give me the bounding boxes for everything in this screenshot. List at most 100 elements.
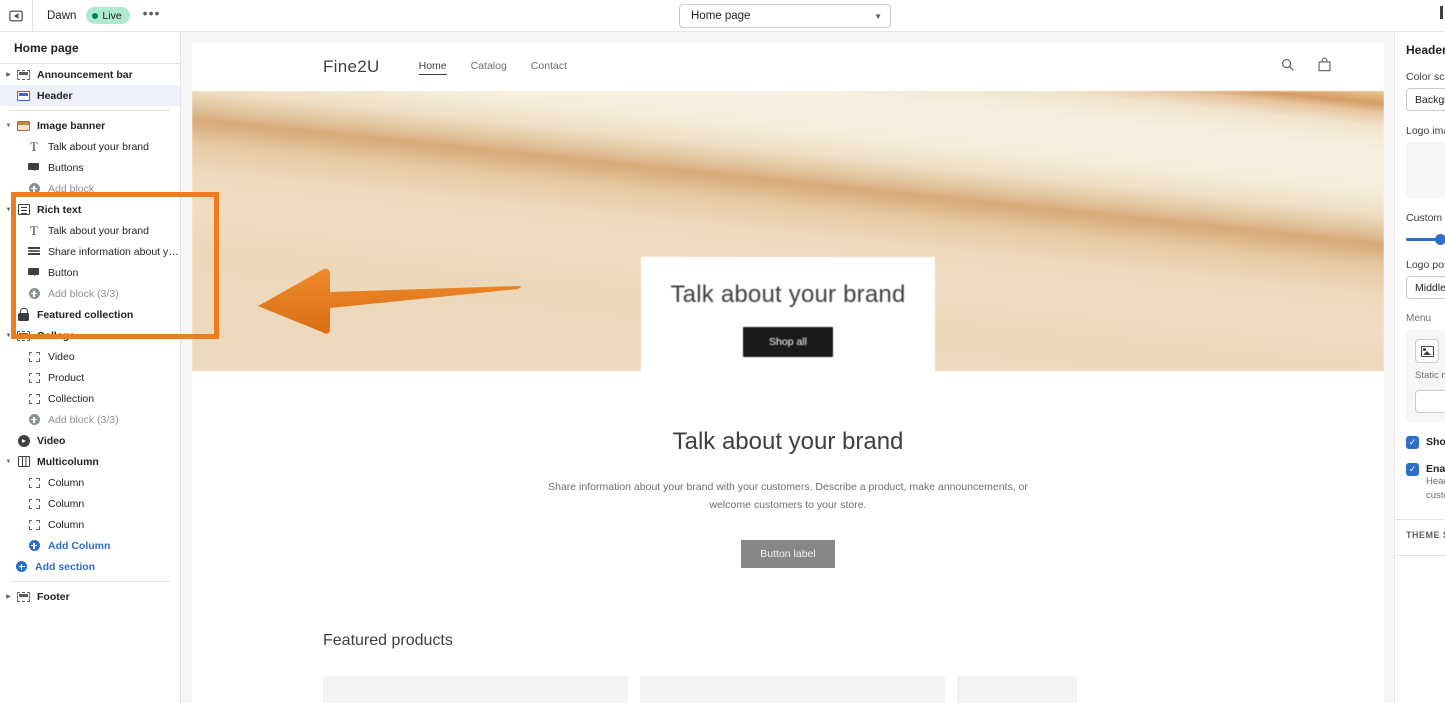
sidebar-block-buttons[interactable]: Buttons xyxy=(0,157,180,178)
page-selector-control[interactable]: Home page ▼ xyxy=(679,4,891,28)
panel-collapse-icon[interactable] xyxy=(0,0,32,32)
rich-text-button[interactable]: Button label xyxy=(741,540,835,569)
sidebar-add-block-label: Add block xyxy=(48,182,95,195)
store-logo[interactable]: Fine2U xyxy=(323,57,380,77)
nav-link-home[interactable]: Home xyxy=(418,60,447,75)
sidebar-item-header[interactable]: Header xyxy=(0,85,180,106)
rich-text-body: Share information about your brand with … xyxy=(548,481,1028,512)
paragraph-icon xyxy=(26,247,42,256)
sidebar-block-column-2[interactable]: Column xyxy=(0,493,180,514)
sidebar-block-share-information[interactable]: Share information about your br… xyxy=(0,241,180,262)
sidebar-block-label: Button xyxy=(48,266,79,279)
sidebar-item-featured-collection[interactable]: Featured collection xyxy=(0,304,180,325)
theme-settings-header: THEME SETT xyxy=(1406,529,1445,540)
enable-checkbox[interactable] xyxy=(1406,463,1419,476)
sidebar-item-multicolumn[interactable]: ▼ Multicolumn xyxy=(0,451,180,472)
add-section-label: Add section xyxy=(35,560,96,573)
product-card[interactable] xyxy=(957,676,1077,703)
footer-icon xyxy=(15,591,32,602)
menu-text-input[interactable] xyxy=(1415,390,1445,413)
sidebar-block-label: Product xyxy=(48,371,85,384)
sidebar-add-block-image-banner[interactable]: Add block xyxy=(0,178,180,199)
color-scheme-select[interactable]: Background xyxy=(1406,88,1445,111)
logo-image-dropzone[interactable] xyxy=(1406,142,1445,198)
show-checkbox[interactable] xyxy=(1406,436,1419,449)
theme-name: Dawn xyxy=(47,9,77,22)
chevron-down-icon[interactable]: ▼ xyxy=(2,333,15,339)
sidebar-block-talk-about-your-brand[interactable]: T Talk about your brand xyxy=(0,136,180,157)
menu-static-label: Static m xyxy=(1415,370,1445,381)
shopping-bag-icon[interactable] xyxy=(1317,57,1332,78)
image-banner-section[interactable]: Talk about your brand Shop all xyxy=(192,91,1384,371)
store-actions xyxy=(1280,57,1332,78)
logo-image-label: Logo image xyxy=(1406,125,1445,137)
settings-divider xyxy=(1395,518,1445,520)
play-circle-icon xyxy=(15,434,32,447)
sidebar-item-announcement-bar[interactable]: ▶ Announcement bar xyxy=(0,64,180,85)
sidebar-block-column-3[interactable]: Column xyxy=(0,514,180,535)
page-selector[interactable]: Home page ▼ xyxy=(679,4,891,28)
sidebar-block-button[interactable]: Button xyxy=(0,262,180,283)
custom-logo-width-slider[interactable] xyxy=(1406,233,1445,245)
chevron-right-icon[interactable]: ▶ xyxy=(2,593,15,600)
sidebar-item-label: Announcement bar xyxy=(37,68,133,81)
sidebar-block-label: Column xyxy=(48,518,85,531)
sidebar-add-block-collage[interactable]: Add block (3/3) xyxy=(0,409,180,430)
sidebar-block-label: Column xyxy=(48,476,85,489)
add-section-button[interactable]: Add section xyxy=(0,556,180,577)
sidebar-block-label: Share information about your br… xyxy=(48,245,180,258)
button-icon xyxy=(26,267,42,278)
sidebar-item-video[interactable]: Video xyxy=(0,430,180,451)
nav-link-contact[interactable]: Contact xyxy=(531,60,567,75)
sidebar-block-talk-about-your-brand-rt[interactable]: T Talk about your brand xyxy=(0,220,180,241)
sidebar-add-block-label: Add block (3/3) xyxy=(48,287,119,300)
sidebar-block-collection[interactable]: Collection xyxy=(0,388,180,409)
sidebar-item-image-banner[interactable]: ▼ Image banner xyxy=(0,115,180,136)
logo-position-select[interactable]: Middle left xyxy=(1406,276,1445,299)
frame-icon xyxy=(26,477,42,488)
show-checkbox-row[interactable]: Show xyxy=(1406,436,1445,449)
menu-item-thumbnail[interactable] xyxy=(1415,339,1439,363)
enable-checkbox-label: Enable xyxy=(1426,463,1445,475)
collage-icon xyxy=(15,330,32,341)
search-icon[interactable] xyxy=(1280,57,1295,77)
page-selector-value: Home page xyxy=(691,10,751,22)
chevron-down-icon[interactable]: ▼ xyxy=(2,459,15,465)
chevron-right-icon[interactable]: ▶ xyxy=(2,71,15,78)
sidebar-block-product[interactable]: Product xyxy=(0,367,180,388)
show-checkbox-label: Show xyxy=(1426,436,1445,448)
enable-checkbox-row[interactable]: Enable Heade custom xyxy=(1406,463,1445,504)
slider-handle[interactable] xyxy=(1435,234,1445,245)
storefront-header[interactable]: Fine2U Home Catalog Contact xyxy=(192,43,1384,91)
nav-link-catalog[interactable]: Catalog xyxy=(471,60,507,75)
rich-text-section[interactable]: Talk about your brand Share information … xyxy=(192,371,1384,569)
sidebar-item-label: Featured collection xyxy=(37,308,134,321)
sidebar-add-column-button[interactable]: Add Column xyxy=(0,535,180,556)
chevron-down-icon[interactable]: ▼ xyxy=(2,123,15,129)
rich-text-heading: Talk about your brand xyxy=(672,428,904,455)
shop-all-button[interactable]: Shop all xyxy=(743,327,833,357)
header-icon xyxy=(15,90,32,101)
page-title: Home page xyxy=(0,32,180,64)
sidebar-block-label: Video xyxy=(48,350,75,363)
chevron-down-icon: ▼ xyxy=(874,11,882,21)
more-actions-button[interactable]: ••• xyxy=(143,6,161,23)
custom-logo-label: Custom logo xyxy=(1406,212,1445,224)
settings-divider xyxy=(1395,554,1445,556)
sidebar-item-rich-text[interactable]: ▼ Rich text xyxy=(0,199,180,220)
sidebar-block-label: Buttons xyxy=(48,161,84,174)
multicolumn-icon xyxy=(15,456,32,467)
featured-collection-section[interactable]: Featured products xyxy=(192,568,1384,703)
image-banner-content-card: Talk about your brand Shop all xyxy=(641,257,935,371)
plus-circle-icon xyxy=(26,288,42,299)
topbar-right-mark xyxy=(1440,6,1443,19)
sidebar-add-block-rich-text[interactable]: Add block (3/3) xyxy=(0,283,180,304)
sidebar-block-column-1[interactable]: Column xyxy=(0,472,180,493)
chevron-down-icon[interactable]: ▼ xyxy=(2,207,15,213)
sidebar-item-label: Collage xyxy=(37,329,75,342)
product-card[interactable] xyxy=(640,676,945,703)
sidebar-item-footer[interactable]: ▶ Footer xyxy=(0,586,180,607)
product-card[interactable] xyxy=(323,676,628,703)
sidebar-block-video[interactable]: Video xyxy=(0,346,180,367)
sidebar-item-collage[interactable]: ▼ Collage xyxy=(0,325,180,346)
